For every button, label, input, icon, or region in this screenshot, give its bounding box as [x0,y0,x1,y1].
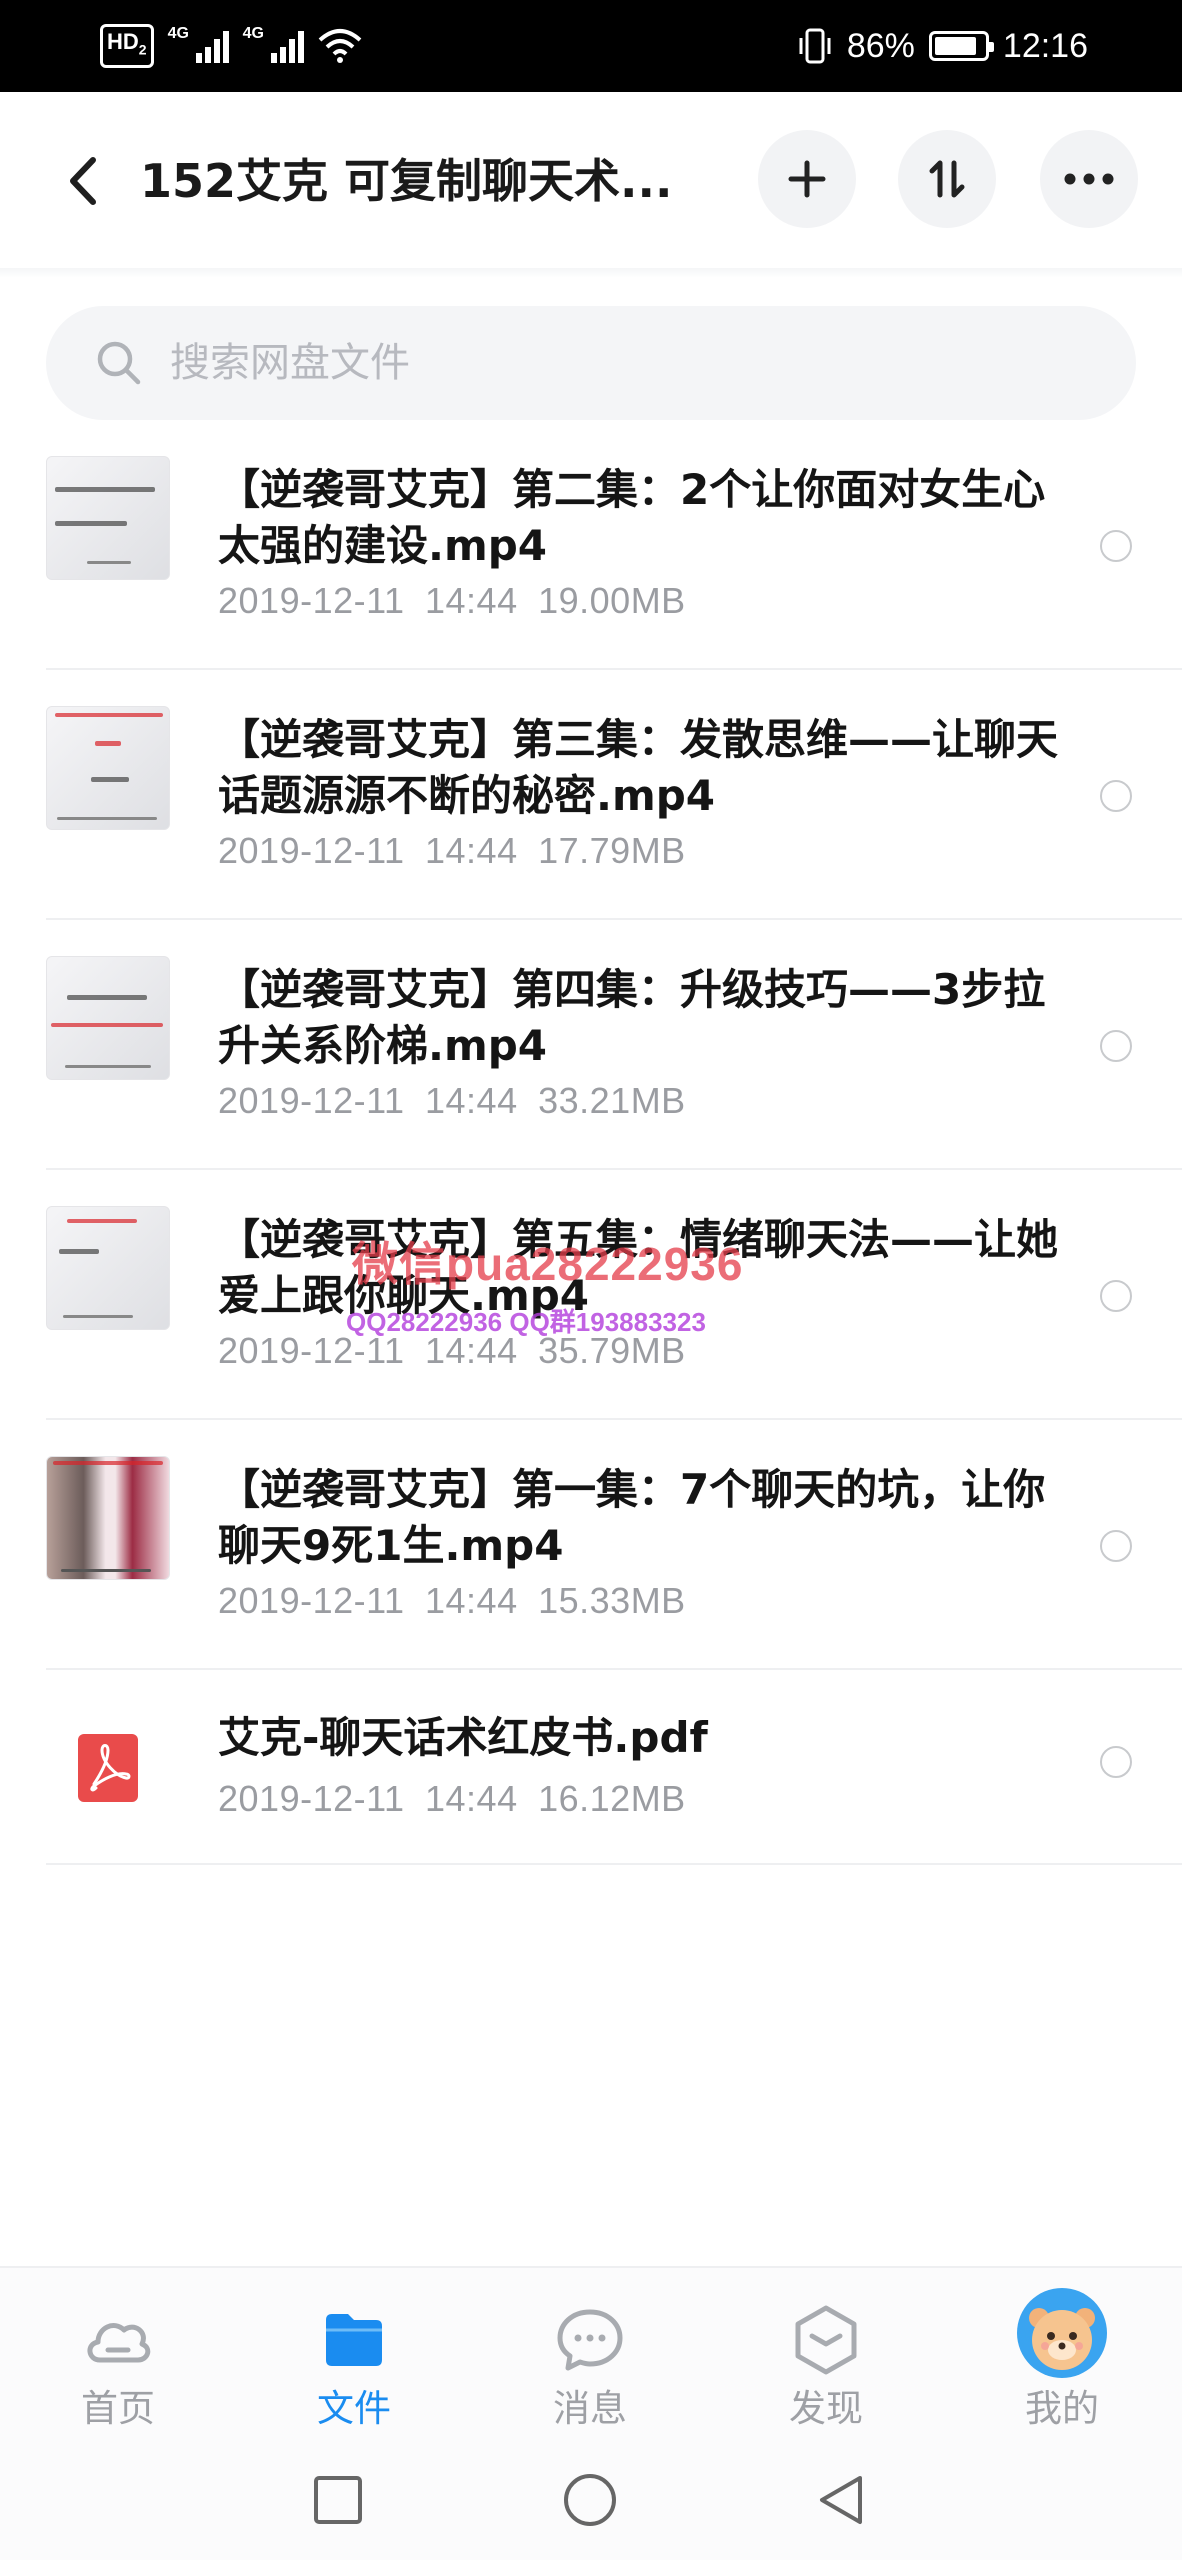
avatar [1017,2288,1107,2378]
file-size: 33.21MB [538,1080,686,1121]
pdf-icon [78,1734,138,1802]
file-name: 艾克-聊天话术红皮书.pdf [218,1713,708,1762]
file-size: 16.12MB [538,1778,686,1819]
file-row[interactable]: 【逆袭哥艾克】第四集：升级技巧——3步拉升关系阶梯.mp4 2019-12-11… [0,920,1182,1170]
nav-files[interactable]: 文件 [236,2268,472,2442]
file-name: 【逆袭哥艾克】第三集：发散思维——让聊天话题源源不断的秘密.mp4 [218,715,1059,820]
hd-sub-label: 2 [138,41,147,58]
video-thumbnail [46,456,170,580]
nav-label: 首页 [81,2387,155,2430]
video-thumbnail [46,956,170,1080]
file-row[interactable]: 【逆袭哥艾克】第二集：2个让你面对女生心太强的建设.mp4 2019-12-11… [0,420,1182,670]
status-left: HD2 4G 4G [100,22,362,70]
more-button[interactable] [1040,130,1138,228]
video-thumbnail [46,1206,170,1330]
clock: 12:16 [1002,26,1088,65]
file-name: 【逆袭哥艾克】第二集：2个让你面对女生心太强的建设.mp4 [218,465,1046,570]
sort-icon [929,160,965,198]
signal-icon: 4G [168,25,229,63]
signal-label: 4G [242,25,264,42]
battery-percent: 86% [846,26,915,65]
bottom-nav: 首页 文件 消息 发现 我的 [0,2266,1182,2440]
home-icon[interactable] [558,2468,622,2532]
file-size: 17.79MB [538,830,686,871]
select-checkbox[interactable] [1100,780,1132,812]
system-nav-bar [0,2440,1182,2560]
file-date: 2019-12-11 [218,830,405,871]
file-meta: 2019-12-11 14:44 15.33MB [218,1580,686,1622]
file-date: 2019-12-11 [218,1778,405,1819]
select-checkbox[interactable] [1100,1030,1132,1062]
nav-profile[interactable]: 我的 [944,2268,1180,2442]
file-time: 14:44 [425,1778,518,1819]
file-row[interactable]: 【逆袭哥艾克】第五集：情绪聊天法——让她爱上跟你聊天.mp4 2019-12-1… [0,1170,1182,1420]
watermark-line2: QQ28222936 QQ群193883323 [346,1307,706,1337]
battery-fill [934,37,976,55]
search-input[interactable] [170,340,1070,386]
file-row[interactable]: 【逆袭哥艾克】第一集：7个聊天的坑，让你聊天9死1生.mp4 2019-12-1… [0,1420,1182,1670]
file-meta: 2019-12-11 14:44 33.21MB [218,1080,686,1122]
signal-label: 4G [167,25,189,42]
folder-icon [326,2314,382,2366]
cloud-icon [87,2323,151,2363]
battery-icon [928,31,994,61]
page-title: 152艾克 可复制聊天术... [140,154,673,208]
more-icon [1064,173,1114,185]
file-size: 15.33MB [538,1580,686,1621]
signal-icon: 4G [243,25,304,63]
nav-messages[interactable]: 消息 [472,2268,708,2442]
back-button[interactable] [52,146,112,216]
file-row[interactable]: 艾克-聊天话术红皮书.pdf 2019-12-11 14:44 16.12MB [0,1670,1182,1865]
chat-icon [557,2309,623,2371]
recent-apps-icon[interactable] [306,2468,370,2532]
file-time: 14:44 [425,1080,518,1121]
nav-label: 我的 [1025,2387,1099,2430]
file-date: 2019-12-11 [218,1080,405,1121]
search-icon [97,341,141,385]
video-thumbnail [46,1456,170,1580]
file-time: 14:44 [425,1580,518,1621]
hd-badge: HD2 [100,24,154,68]
search-bar[interactable] [46,306,1136,420]
add-button[interactable] [758,130,856,228]
file-name: 【逆袭哥艾克】第四集：升级技巧——3步拉升关系阶梯.mp4 [218,965,1046,1070]
file-time: 14:44 [425,580,518,621]
nav-home[interactable]: 首页 [0,2268,236,2442]
nav-label: 发现 [789,2387,863,2430]
select-checkbox[interactable] [1100,1530,1132,1562]
header-divider [0,268,1182,278]
file-row[interactable]: 【逆袭哥艾克】第三集：发散思维——让聊天话题源源不断的秘密.mp4 2019-1… [0,670,1182,920]
file-meta: 2019-12-11 14:44 19.00MB [218,580,686,622]
row-divider [46,1863,1182,1865]
nav-label: 文件 [317,2387,391,2430]
back-nav-icon[interactable] [810,2468,874,2532]
status-right: 86% 12:16 [797,18,1088,74]
file-time: 14:44 [425,830,518,871]
select-checkbox[interactable] [1100,530,1132,562]
nav-discover[interactable]: 发现 [708,2268,944,2442]
status-bar: HD2 4G 4G 86% 12:16 [0,0,1182,92]
select-checkbox[interactable] [1100,1746,1132,1778]
wifi-icon [318,28,362,64]
vibrate-icon [797,26,833,66]
hd-label: HD [107,29,139,55]
back-icon [70,157,96,205]
select-checkbox[interactable] [1100,1280,1132,1312]
file-date: 2019-12-11 [218,580,405,621]
discover-icon [795,2305,857,2375]
plus-icon [788,160,826,198]
header: 152艾克 可复制聊天术... [0,92,1182,268]
nav-label: 消息 [553,2387,627,2430]
file-list: 【逆袭哥艾克】第二集：2个让你面对女生心太强的建设.mp4 2019-12-11… [0,420,1182,1865]
file-date: 2019-12-11 [218,1580,405,1621]
file-size: 19.00MB [538,580,686,621]
sort-button[interactable] [898,130,996,228]
file-meta: 2019-12-11 14:44 16.12MB [218,1778,686,1820]
file-meta: 2019-12-11 14:44 17.79MB [218,830,686,872]
file-name: 【逆袭哥艾克】第一集：7个聊天的坑，让你聊天9死1生.mp4 [218,1465,1046,1570]
watermark-line1: 微信pua28222936 [352,1238,744,1290]
video-thumbnail [46,706,170,830]
